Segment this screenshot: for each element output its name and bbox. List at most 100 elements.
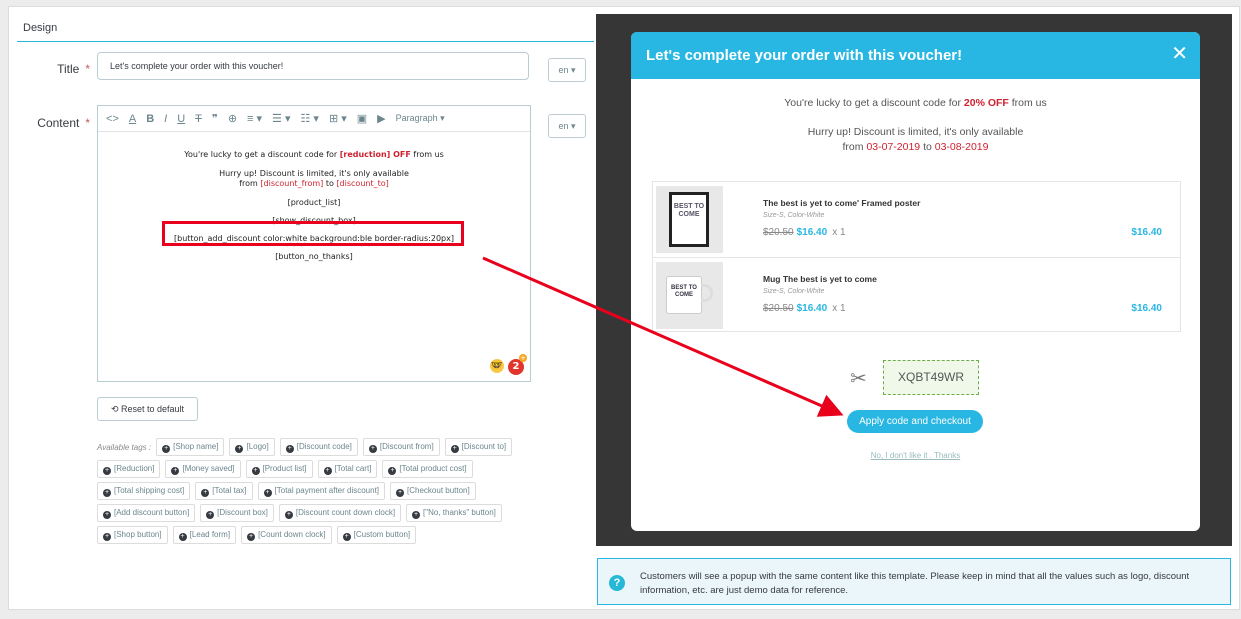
plus-circle-icon: + [178,533,187,541]
source-code-button[interactable]: <> [106,113,119,125]
product-total: $16.40 [1131,227,1162,238]
rich-text-editor[interactable]: <> A B I U T ❞ ⊕ ≡ ▾ ☰ ▾ ☷ ▾ ⊞ ▾ ▣ ▶ Par… [97,105,531,382]
old-price: $20.50 [763,303,794,314]
tag-button[interactable]: + [Discount count down clock] [278,504,402,522]
info-text: Customers will see a popup with the same… [640,571,1190,596]
editor-content[interactable]: You're lucky to get a discount code for … [98,132,530,381]
align-dropdown[interactable]: ≡ ▾ [247,112,262,125]
reset-label: Reset to default [121,404,185,414]
tags-row: Available tags : + [Shop name] + [Logo] +[… [97,436,577,458]
tag-button[interactable]: + [Checkout button] [390,482,476,500]
tags-row: + [Reduction] + [Money saved] + [Product li… [97,458,577,480]
reset-to-default-button[interactable]: ⟲ Reset to default [97,397,198,421]
bold-button[interactable]: B [146,113,154,125]
tag-button[interactable]: + [Total payment after discount] [257,482,386,500]
tag-button[interactable]: + [Logo] [229,438,275,456]
tag-label: ["No, thanks" button] [423,508,496,517]
available-tags: Available tags : + [Shop name] + [Logo] +[… [97,430,577,546]
tag-button[interactable]: + [Money saved] [165,460,241,478]
tag-label: [Discount from] [379,442,434,451]
plus-circle-icon: + [206,511,215,519]
tag-button[interactable]: + [Discount box] [200,504,274,522]
plus-icon: + [519,354,527,362]
discount-amount: 20% OFF [963,97,1009,109]
close-icon[interactable]: ✕ [1171,32,1188,76]
tag-button[interactable]: + [Total shipping cost] [97,482,191,500]
link-button[interactable]: ⊕ [228,112,237,125]
popup-text: to [920,141,935,153]
tags-row: + [Add discount button] + [Discount box] +… [97,502,577,524]
tag-button[interactable]: + [Shop button] [97,526,168,544]
italic-button[interactable]: I [164,113,167,125]
tag-button[interactable]: + [Product list] [245,460,313,478]
strikethrough-button[interactable]: T [195,113,202,125]
tag-button[interactable]: + [Count down clock] [241,526,332,544]
paragraph-dropdown[interactable]: Paragraph ▾ [396,113,445,124]
title-language-select[interactable]: en ▾ [548,58,586,82]
product-total: $16.40 [1131,303,1162,314]
tag-button[interactable]: + [Add discount button] [97,504,196,522]
content-language-select[interactable]: en ▾ [548,114,586,138]
plus-circle-icon: + [412,511,421,519]
popup-discount-line: You're lucky to get a discount code for … [631,97,1200,109]
editor-toolbar: <> A B I U T ❞ ⊕ ≡ ▾ ☰ ▾ ☷ ▾ ⊞ ▾ ▣ ▶ Par… [98,106,530,132]
tag-label: [Add discount button] [114,508,190,517]
popup-hurry-line: Hurry up! Discount is limited, it's only… [807,126,1024,138]
tag-button[interactable]: + [Custom button] [336,526,417,544]
plus-circle-icon: + [284,511,293,519]
plus-circle-icon: + [235,445,244,453]
no-thanks-link[interactable]: No, I don't like it . Thanks [631,451,1200,460]
bullet-list-dropdown[interactable]: ☰ ▾ [272,112,290,125]
plus-circle-icon: + [388,467,397,475]
tag-label: [Discount to] [461,442,507,451]
tag-button[interactable]: + [Shop name] [156,438,225,456]
font-color-button[interactable]: A [129,113,136,125]
image-button[interactable]: ▣ [357,112,367,125]
content-label: Content [37,116,80,130]
tag-label: [Lead form] [189,530,231,539]
discount-to-tag: [discount_to] [336,179,389,188]
tag-button[interactable]: + [Discount to] [444,438,513,456]
numbered-list-dropdown[interactable]: ☷ ▾ [301,112,319,125]
reset-icon: ⟲ [110,404,119,414]
tag-button[interactable]: + [Lead form] [172,526,237,544]
tag-label: [Discount box] [217,508,268,517]
tag-label: [Total payment after discount] [274,486,380,495]
reduction-tag: [reduction] OFF [339,150,411,159]
tag-button[interactable]: + [Total product cost] [382,460,473,478]
blockquote-button[interactable]: ❞ [212,112,218,125]
title-input[interactable]: Let's complete your order with this vouc… [97,52,529,80]
tag-label: [Money saved] [182,464,235,473]
scissors-icon: ✂ [850,368,867,390]
tag-button[interactable]: + [Total tax] [195,482,253,500]
tag-button[interactable]: + [Discount from] [362,438,440,456]
tag-label: [Discount count down clock] [295,508,396,517]
discount-code-box[interactable]: XQBT49WR [883,360,979,395]
tag-label: [Shop button] [114,530,162,539]
tag-label: [Reduction] [114,464,155,473]
plus-circle-icon: + [171,467,180,475]
plus-circle-icon: + [103,489,111,497]
tag-label: [Total product cost] [399,464,467,473]
plus-circle-icon: + [263,489,272,497]
tag-button[interactable]: + ["No, thanks" button] [406,504,502,522]
tag-button[interactable]: + [Total cart] [317,460,378,478]
underline-button[interactable]: U [177,113,185,125]
editor-line-discount: You're lucky to get a discount code for … [98,150,530,159]
tags-row: + [Shop button] + [Lead form] + [Count down… [97,524,577,546]
nerd-face-icon[interactable]: 🤓 [490,359,504,373]
media-button[interactable]: ▶ [377,112,385,125]
table-dropdown[interactable]: ⊞ ▾ [329,112,347,125]
date-from: 03-07-2019 [866,141,921,153]
tag-label: [Shop name] [173,442,219,451]
apply-code-button[interactable]: Apply code and checkout [847,410,983,433]
content-label-group: Content * [20,116,90,130]
product-price: $20.50 $16.40 x 1 [763,227,846,238]
product-row: BEST TO COME Mug The best is yet to come… [653,257,1180,332]
editor-text: from [239,179,261,188]
tag-label: [Logo] [246,442,269,451]
discount-from-tag: [discount_from] [260,179,324,188]
editor-text: from us [410,150,444,159]
tag-button[interactable]: + [Reduction] [97,460,161,478]
tag-button[interactable]: + [Discount code] [279,438,358,456]
